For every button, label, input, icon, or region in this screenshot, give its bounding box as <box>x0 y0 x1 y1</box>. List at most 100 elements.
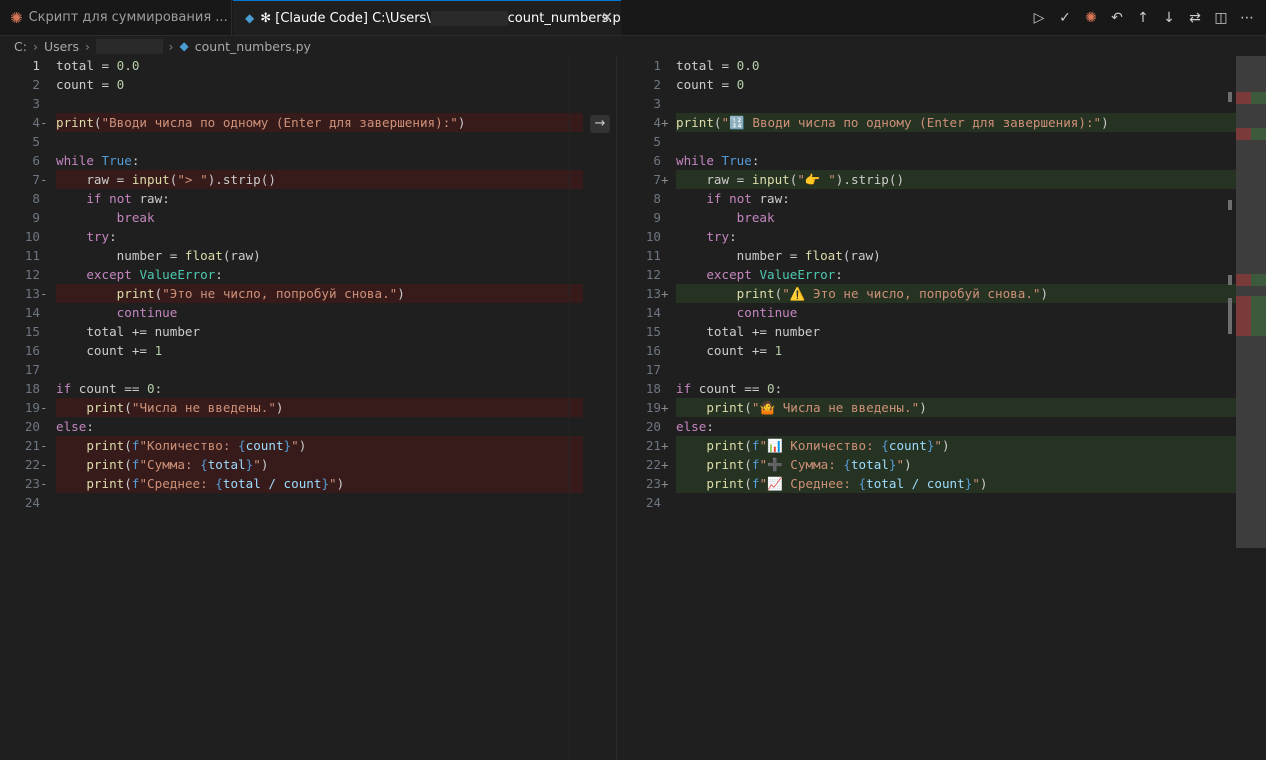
code-line[interactable]: 12 except ValueError: <box>617 265 1266 284</box>
minus-icon: - <box>40 457 48 472</box>
code-line[interactable]: 2 count = 0 <box>0 75 616 94</box>
code-line[interactable]: 9 break <box>0 208 616 227</box>
code-text: if count == 0: <box>676 381 783 396</box>
code-line[interactable]: 22- print(f"Сумма: {total}") <box>0 455 616 474</box>
code-line[interactable]: 11 number = float(raw) <box>0 246 616 265</box>
code-line[interactable]: 8 if not raw: <box>617 189 1266 208</box>
code-line[interactable]: 7- raw = input("> ").strip() <box>0 170 616 189</box>
code-text: count = 0 <box>56 77 125 92</box>
breadcrumb-drive[interactable]: C: <box>14 39 27 54</box>
line-number: 7 <box>653 172 661 187</box>
line-number: 15 <box>24 324 40 339</box>
code-line[interactable]: 16 count += 1 <box>617 341 1266 360</box>
code-text: break <box>116 210 155 225</box>
code-line[interactable]: 7 + raw = input("👉 ").strip() <box>617 170 1266 189</box>
code-line[interactable]: 21- print(f"Количество: {count}") <box>0 436 616 455</box>
code-line[interactable]: 21 + print(f"📊 Количество: {count}") <box>617 436 1266 455</box>
line-number: 24 <box>645 495 661 510</box>
tab-bar: ✺ Скрипт для суммирования ... ◆ ✻ [Claud… <box>0 0 1266 36</box>
breadcrumb-users[interactable]: Users <box>44 39 79 54</box>
line-number: 10 <box>24 229 40 244</box>
code-line[interactable]: 23- print(f"Среднее: {total / count}") <box>0 474 616 493</box>
code-line[interactable]: 19- print("Числа не введены.") <box>0 398 616 417</box>
code-line[interactable]: 13 + print("⚠️ Это не число, попробуй сно… <box>617 284 1266 303</box>
code-line[interactable]: 17 <box>0 360 616 379</box>
line-number: 13 <box>24 286 40 301</box>
tab-script-summary[interactable]: ✺ Скрипт для суммирования ... <box>0 0 232 35</box>
code-line[interactable]: 4 + print("🔢 Вводи числа по одному (Enter … <box>617 113 1266 132</box>
line-number: 2 <box>32 77 40 92</box>
code-line[interactable]: 24 <box>617 493 1266 512</box>
code-line[interactable]: 11 number = float(raw) <box>617 246 1266 265</box>
original-editor[interactable]: 1 total = 0.0 2 count = 0 3 4- print("Вводи чи… <box>0 56 616 760</box>
code-line[interactable]: 16 count += 1 <box>0 341 616 360</box>
code-line[interactable]: 6 while True: <box>617 151 1266 170</box>
code-text: print(f"Количество: {count}") <box>86 438 307 453</box>
tab-claude-code-diff[interactable]: ◆ ✻ [Claude Code] C:\Users\ xxxxxxxxxx c… <box>233 0 621 35</box>
code-line[interactable]: 1 total = 0.0 <box>617 56 1266 75</box>
modified-editor[interactable]: 1 total = 0.0 2 count = 0 3 4 + print("🔢 Вводи … <box>616 56 1266 760</box>
more-icon[interactable]: ⋯ <box>1238 9 1256 27</box>
code-line[interactable]: 13- print("Это не число, попробуй снова.… <box>0 284 616 303</box>
swap-icon[interactable]: ⇄ <box>1186 9 1204 27</box>
overview-ruler[interactable] <box>1236 56 1266 548</box>
code-line[interactable]: 15 total += number <box>0 322 616 341</box>
code-line[interactable]: 18 if count == 0: <box>617 379 1266 398</box>
code-line[interactable]: 10 try: <box>0 227 616 246</box>
code-text: total = 0.0 <box>676 58 760 73</box>
arrow-up-icon[interactable]: ↑ <box>1134 9 1152 27</box>
code-line[interactable]: 23 + print(f"📈 Среднее: {total / count}") <box>617 474 1266 493</box>
code-line[interactable]: 19 + print("🤷 Числа не введены.") <box>617 398 1266 417</box>
ruler-deleted-mark <box>1236 274 1251 286</box>
scroll-marker <box>1228 200 1232 210</box>
line-number: 11 <box>645 248 661 263</box>
code-line[interactable]: 15 total += number <box>617 322 1266 341</box>
revert-change-arrow-icon[interactable]: → <box>590 115 610 133</box>
code-line[interactable]: 18 if count == 0: <box>0 379 616 398</box>
code-line[interactable]: 9 break <box>617 208 1266 227</box>
breadcrumb-file[interactable]: count_numbers.py <box>195 39 311 54</box>
code-line[interactable]: 2 count = 0 <box>617 75 1266 94</box>
code-text: total = 0.0 <box>56 58 140 73</box>
code-line[interactable]: 4- print("Вводи числа по одному (Enter дл… <box>0 113 616 132</box>
claude-icon[interactable]: ✺ <box>1082 9 1100 27</box>
scroll-marker <box>1228 275 1232 285</box>
code-line[interactable]: 22 + print(f"➕ Сумма: {total}") <box>617 455 1266 474</box>
chevron-right-icon: › <box>168 38 174 54</box>
code-text: else: <box>56 419 94 434</box>
claude-asterisk-icon: ✺ <box>10 8 23 27</box>
undo-icon[interactable]: ↶ <box>1108 9 1126 27</box>
arrow-down-icon[interactable]: ↓ <box>1160 9 1178 27</box>
line-number: 14 <box>645 305 661 320</box>
code-line[interactable]: 1 total = 0.0 <box>0 56 616 75</box>
line-number: 7 <box>32 172 40 187</box>
code-line[interactable]: 8 if not raw: <box>0 189 616 208</box>
code-text: raw = input("> ").strip() <box>56 172 276 187</box>
accept-icon[interactable]: ✓ <box>1056 9 1074 27</box>
code-line[interactable]: 14 continue <box>617 303 1266 322</box>
code-text: try: <box>86 229 117 244</box>
code-line[interactable]: 5 <box>617 132 1266 151</box>
code-line[interactable]: 5 <box>0 132 616 151</box>
code-line[interactable]: 12 except ValueError: <box>0 265 616 284</box>
line-number: 8 <box>32 191 40 206</box>
minus-icon: - <box>40 476 48 491</box>
code-line[interactable]: 14 continue <box>0 303 616 322</box>
line-number: 17 <box>645 362 661 377</box>
plus-icon: + <box>661 476 669 491</box>
code-line[interactable]: 24 <box>0 493 616 512</box>
code-line[interactable]: 3 <box>0 94 616 113</box>
code-line[interactable]: 3 <box>617 94 1266 113</box>
code-line[interactable]: 20 else: <box>0 417 616 436</box>
line-number: 22 <box>24 457 40 472</box>
code-line[interactable]: 6 while True: <box>0 151 616 170</box>
left-scrollbar[interactable] <box>569 56 584 760</box>
code-text: if count == 0: <box>56 381 163 396</box>
split-editor-icon[interactable]: ◫ <box>1212 9 1230 27</box>
line-number: 18 <box>645 381 661 396</box>
code-line[interactable]: 17 <box>617 360 1266 379</box>
run-icon[interactable]: ▷ <box>1030 9 1048 27</box>
code-line[interactable]: 10 try: <box>617 227 1266 246</box>
close-icon[interactable]: ✕ <box>601 10 613 26</box>
code-line[interactable]: 20 else: <box>617 417 1266 436</box>
